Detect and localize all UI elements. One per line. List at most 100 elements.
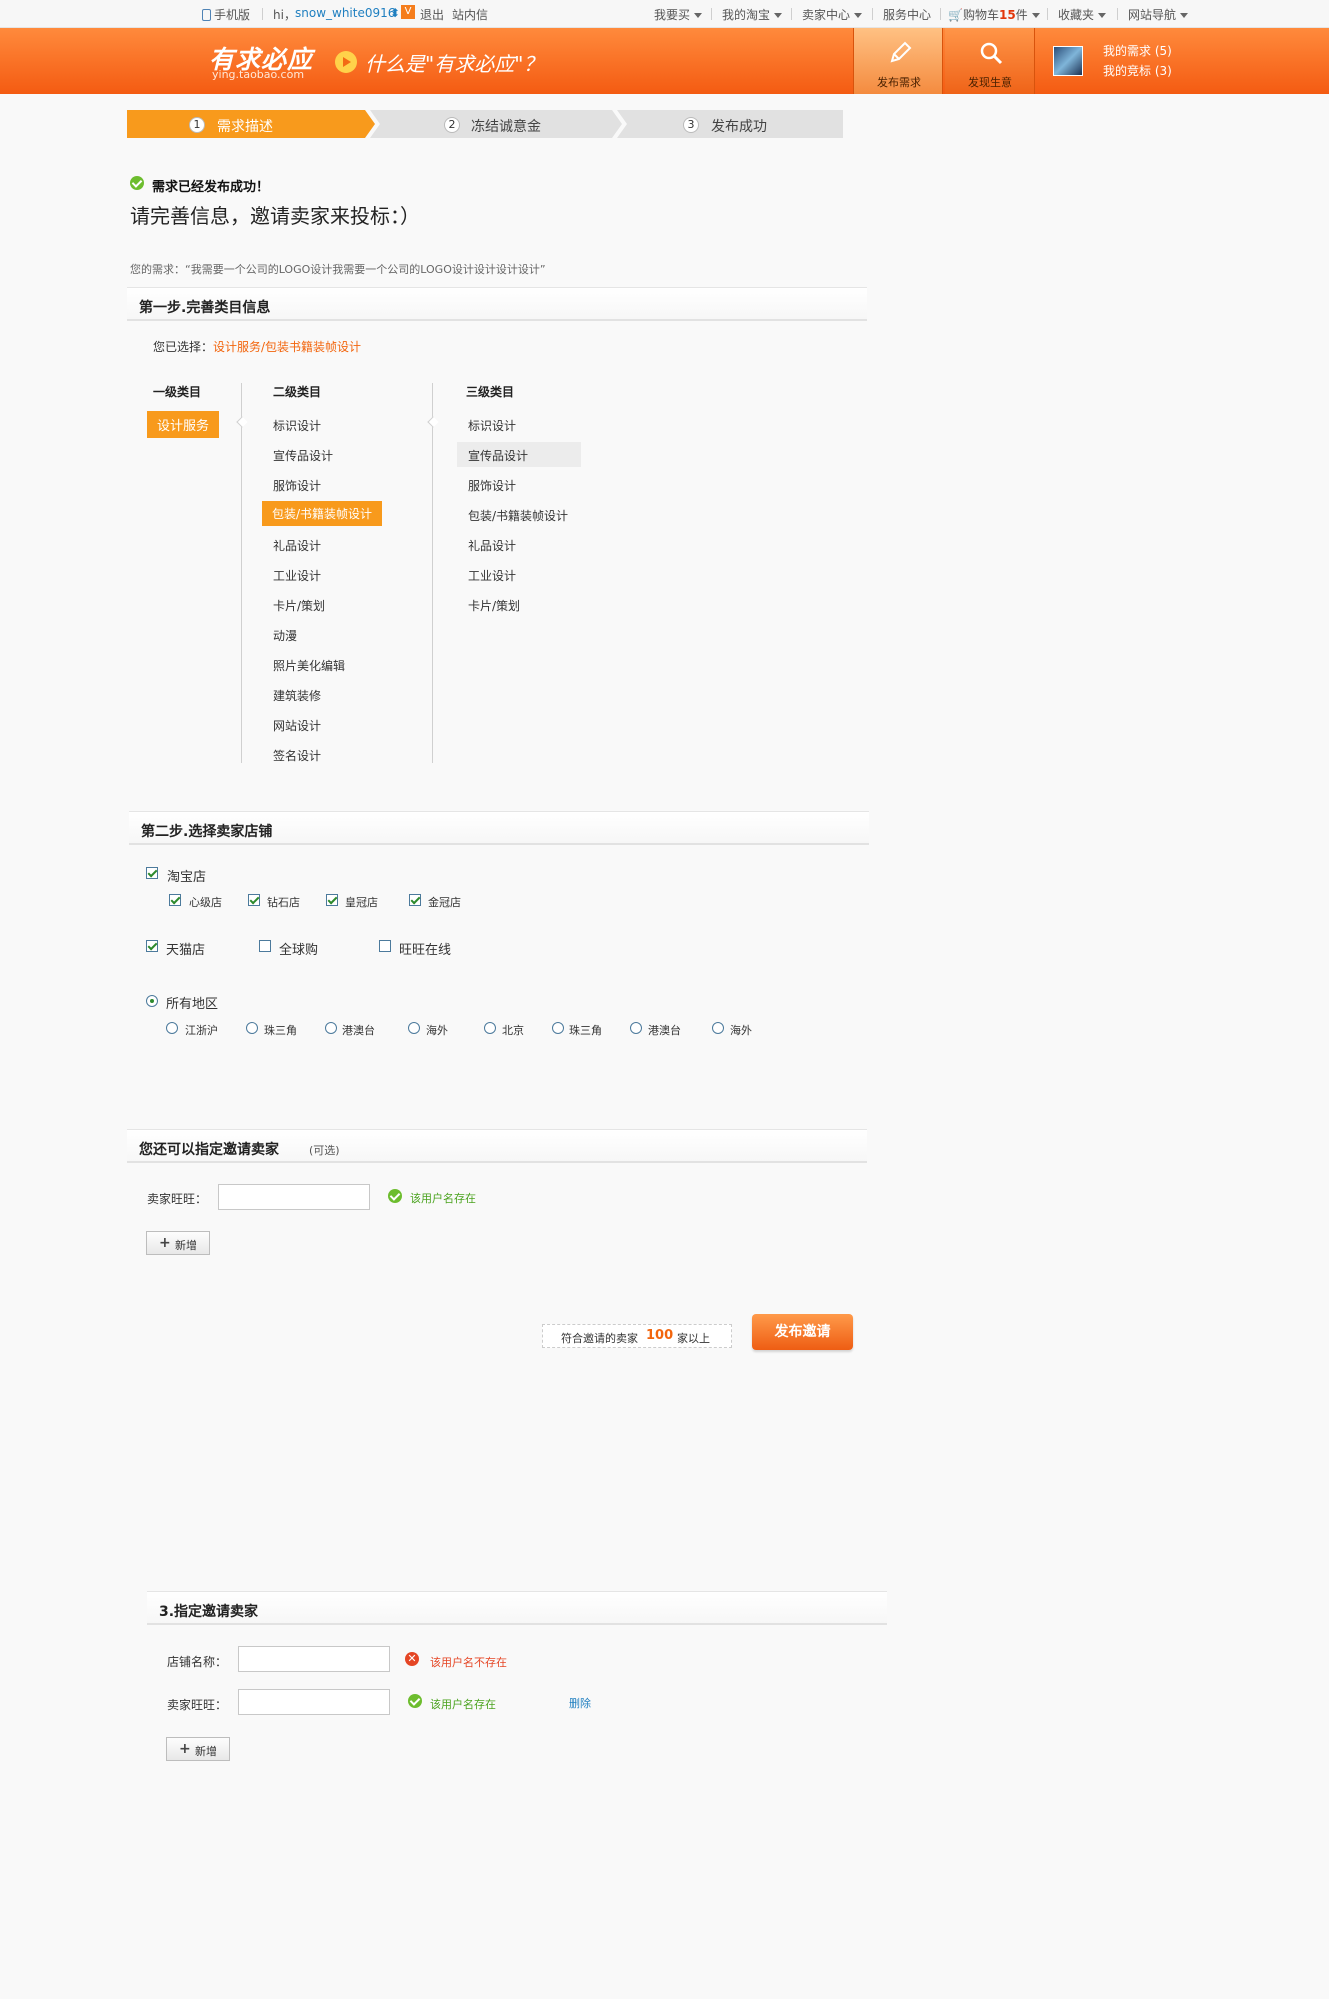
level2-item[interactable]: 标识设计 — [273, 417, 321, 434]
taobao-checkbox[interactable] — [146, 867, 158, 879]
add-seller-button[interactable]: + 新增 — [146, 1231, 210, 1255]
section-category-header: 第一步.完善类目信息 — [127, 287, 867, 321]
level-heart-checkbox[interactable] — [169, 894, 181, 906]
level3-item[interactable]: 卡片/策划 — [468, 597, 520, 614]
region-label: 珠三角 — [264, 1024, 297, 1037]
plus-icon: + — [179, 1741, 191, 1757]
level-diamond-checkbox[interactable] — [248, 894, 260, 906]
slogan-link[interactable]: 什么是"有求必应"？ — [365, 48, 543, 77]
level2-item[interactable]: 照片美化编辑 — [273, 657, 345, 674]
favorites-menu[interactable]: 收藏夹 — [1058, 6, 1106, 23]
site-header: 有求必应 ying.taobao.com 什么是"有求必应"？ 发布需求 发现生… — [0, 28, 1329, 94]
step-label: 冻结诚意金 — [471, 119, 541, 135]
my-needs-link[interactable]: 我的需求 (5) — [1103, 42, 1172, 59]
plus-icon: + — [159, 1235, 171, 1251]
level3-title: 三级类目 — [466, 385, 515, 399]
level2-item-selected[interactable]: 包装/书籍装帧设计 — [262, 501, 383, 526]
tmall-label: 天猫店 — [166, 943, 206, 958]
want-buy-menu[interactable]: 我要买 — [654, 6, 702, 23]
section-designated-header: 3.指定邀请卖家 — [147, 1591, 887, 1625]
level-crown-checkbox[interactable] — [326, 894, 338, 906]
global-checkbox[interactable] — [259, 940, 271, 952]
level2-title: 二级类目 — [273, 385, 322, 399]
seller-center-menu[interactable]: 卖家中心 — [802, 6, 862, 23]
search-icon — [980, 42, 1003, 65]
level-label: 心级店 — [189, 896, 222, 909]
level2-item[interactable]: 卡片/策划 — [273, 597, 325, 614]
level2-item[interactable]: 网站设计 — [273, 717, 321, 734]
inbox-link[interactable]: 站内信 — [452, 6, 488, 23]
wangwang-online-checkbox[interactable] — [379, 940, 391, 952]
region-label: 江浙沪 — [185, 1024, 218, 1037]
region-label: 海外 — [730, 1024, 752, 1037]
site-topbar: 手机版 hi， snow_white0916 ⬍ V 退出 站内信 我要买 我的… — [0, 0, 1329, 28]
level3-item[interactable]: 宣传品设计 — [468, 447, 528, 464]
my-bids-link[interactable]: 我的竞标 (3) — [1103, 62, 1172, 79]
level-goldcrown-checkbox[interactable] — [409, 894, 421, 906]
matching-sellers-info: 符合邀请的卖家 100 家以上 — [542, 1324, 732, 1348]
delete-link[interactable]: 删除 — [569, 1695, 591, 1711]
cart-menu[interactable]: 🛒购物车15件 — [948, 6, 1040, 23]
success-message: 需求已经发布成功！ — [152, 180, 270, 195]
step-2: 2 冻结诚意金 — [370, 110, 622, 138]
level2-item[interactable]: 动漫 — [273, 627, 297, 644]
level-label: 钻石店 — [267, 896, 300, 909]
region-radio[interactable] — [552, 1022, 564, 1034]
level1-item-selected[interactable]: 设计服务 — [147, 411, 220, 438]
level3-item[interactable]: 服饰设计 — [468, 477, 516, 494]
level2-item[interactable]: 建筑装修 — [273, 687, 321, 704]
seller-wangwang-input[interactable] — [218, 1184, 370, 1210]
level2-item[interactable]: 工业设计 — [273, 567, 321, 584]
all-regions-radio[interactable] — [146, 995, 158, 1007]
my-taobao-menu[interactable]: 我的淘宝 — [722, 6, 782, 23]
seller-wangwang-label: 卖家旺旺： — [167, 1698, 228, 1712]
mobile-link[interactable]: 手机版 — [202, 6, 250, 23]
region-radio[interactable] — [484, 1022, 496, 1034]
region-radio[interactable] — [408, 1022, 420, 1034]
shop-name-input[interactable] — [238, 1646, 390, 1672]
section-title: 第一步.完善类目信息 — [139, 300, 271, 316]
discover-business-button[interactable]: 发现生意 — [945, 28, 1035, 94]
vip-badge-icon: V — [401, 5, 415, 19]
publish-invite-button[interactable]: 发布邀请 — [752, 1314, 853, 1350]
publish-demand-button[interactable]: 发布需求 — [853, 28, 943, 94]
username-link[interactable]: snow_white0916 — [295, 6, 395, 20]
play-icon[interactable] — [335, 51, 357, 73]
level1-title: 一级类目 — [153, 385, 202, 399]
pencil-icon — [890, 41, 912, 63]
level3-item[interactable]: 标识设计 — [468, 417, 516, 434]
level-label: 金冠店 — [428, 896, 461, 909]
step-label: 需求描述 — [217, 119, 273, 135]
chosen-label: 您已选择： — [153, 340, 214, 354]
region-label: 珠三角 — [569, 1024, 602, 1037]
taobao-label: 淘宝店 — [167, 870, 207, 885]
seller-wangwang-input[interactable] — [238, 1689, 390, 1715]
region-radio[interactable] — [712, 1022, 724, 1034]
region-label: 海外 — [426, 1024, 448, 1037]
logout-link[interactable]: 退出 — [420, 6, 444, 23]
step-number: 1 — [189, 117, 205, 133]
success-check-icon — [388, 1189, 402, 1203]
level2-item[interactable]: 宣传品设计 — [273, 447, 333, 464]
site-nav-menu[interactable]: 网站导航 — [1128, 6, 1188, 23]
wangwang-label: 旺旺在线 — [399, 943, 452, 958]
section-title: 第二步.选择卖家店铺 — [141, 824, 273, 840]
region-radio[interactable] — [246, 1022, 258, 1034]
level2-item[interactable]: 签名设计 — [273, 747, 321, 764]
demand-summary: 您的需求：“我需要一个公司的LOGO设计我需要一个公司的LOGO设计设计设计设计… — [130, 263, 546, 276]
add-seller-button[interactable]: + 新增 — [166, 1737, 230, 1761]
pin-icon: ⬍ — [390, 6, 401, 20]
service-center-link[interactable]: 服务中心 — [883, 6, 931, 23]
column-pointer — [236, 416, 248, 428]
step-number: 3 — [683, 117, 699, 133]
level2-item[interactable]: 礼品设计 — [273, 537, 321, 554]
level2-item[interactable]: 服饰设计 — [273, 477, 321, 494]
level3-item[interactable]: 包装/书籍装帧设计 — [468, 507, 568, 524]
region-radio[interactable] — [166, 1022, 178, 1034]
region-radio[interactable] — [325, 1022, 337, 1034]
avatar[interactable] — [1053, 46, 1083, 76]
level3-item[interactable]: 礼品设计 — [468, 537, 516, 554]
level3-item[interactable]: 工业设计 — [468, 567, 516, 584]
region-radio[interactable] — [630, 1022, 642, 1034]
tmall-checkbox[interactable] — [146, 940, 158, 952]
